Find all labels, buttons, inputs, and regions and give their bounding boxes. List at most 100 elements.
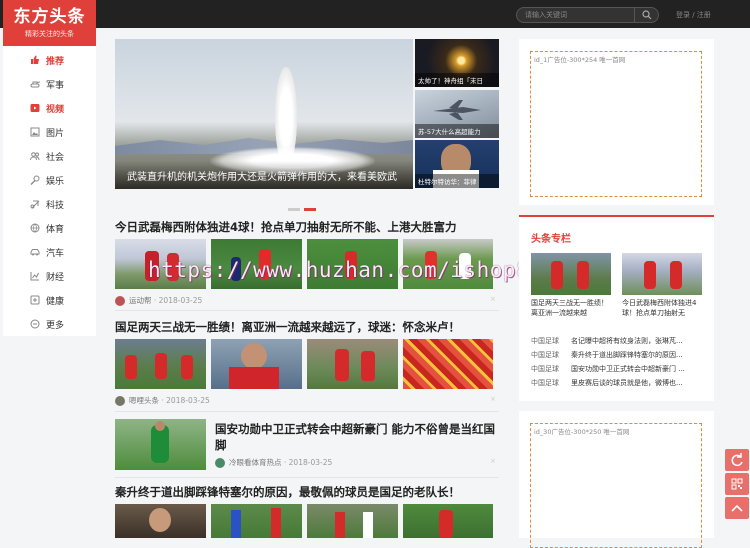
- site-logo[interactable]: 东方头条 精彩关注的头条: [3, 0, 96, 46]
- ball-icon: [30, 223, 40, 233]
- sidebar-item-finance[interactable]: 财经: [3, 264, 96, 288]
- avatar: [215, 457, 225, 468]
- avatar: [115, 395, 125, 406]
- divider: [115, 411, 499, 412]
- people-icon: [30, 152, 40, 161]
- side-thumb-2[interactable]: 苏-57大什么高超能力: [415, 90, 499, 138]
- sidebar-item-label: 推荐: [46, 56, 65, 67]
- thumb-up-icon: [31, 55, 39, 64]
- divider: [115, 477, 499, 478]
- logo-slogan: 精彩关注的头条: [25, 30, 74, 38]
- qrcode-button[interactable]: [725, 473, 749, 495]
- article-meta: 运动帮 · 2018-03-25: [115, 295, 202, 306]
- list-item[interactable]: 中国足球 秦升终于道出脚踩锋特塞尔的原因...: [531, 348, 703, 362]
- back-to-top-button[interactable]: [725, 497, 749, 519]
- refresh-button[interactable]: [725, 449, 749, 471]
- hero-slide[interactable]: 武装直升机的机关炮作用大还是火箭弹作用的大，来看美欧武: [115, 39, 413, 189]
- list-item-tag: 中国足球: [531, 379, 559, 387]
- article-image[interactable]: [115, 339, 206, 389]
- sidebar-item-label: 健康: [46, 296, 65, 307]
- sidebar-item-auto[interactable]: 汽车: [3, 240, 96, 264]
- article-image[interactable]: [211, 504, 302, 538]
- chart-icon: [30, 272, 39, 281]
- list-item[interactable]: 中国足球 国安功勋中卫正式转会中超新豪门 ...: [531, 362, 703, 376]
- qrcode-icon: [731, 478, 743, 490]
- article-image[interactable]: [115, 504, 206, 538]
- hot-card[interactable]: 国足两天三战无一胜绩！离亚洲一流越来越: [531, 253, 611, 318]
- video-icon: [30, 104, 40, 112]
- side-thumb-1[interactable]: 太帅了！神舟组「末日: [415, 39, 499, 87]
- sidebar-item-label: 军事: [46, 80, 65, 91]
- article-image[interactable]: [307, 339, 398, 389]
- article-title[interactable]: 秦升终于道出脚踩锋特塞尔的原因，最敬佩的球员是国足的老队长！: [115, 484, 460, 500]
- search-button[interactable]: [634, 8, 658, 22]
- article-title[interactable]: 今日武磊梅西附体独进4球！抢点单刀抽射无所不能、上港大胜富力: [115, 219, 457, 235]
- side-thumb-caption: 太帅了！神舟组「末日: [415, 73, 499, 87]
- tech-icon: [30, 200, 40, 209]
- ad-slot-1[interactable]: id_1广告位-300*254 唯一首网: [519, 39, 714, 205]
- list-item-text: 秦升终于道出脚踩锋特塞尔的原因...: [571, 351, 683, 359]
- sidebar-item-label: 图片: [46, 128, 65, 139]
- sidebar-item-entertainment[interactable]: 娱乐: [3, 168, 96, 192]
- article-title[interactable]: 国足两天三战无一胜绩！离亚洲一流越来越远了，球迷：怀念米卢！: [115, 319, 460, 335]
- jet-image: [433, 100, 481, 120]
- article-title[interactable]: 国安功勋中卫正式转会中超新豪门 能力不俗曾是当红国脚: [215, 421, 497, 453]
- article-source[interactable]: 运动帮: [129, 295, 152, 306]
- list-item-tag: 中国足球: [531, 351, 559, 359]
- side-thumb-caption: 苏-57大什么高超能力: [415, 124, 499, 138]
- sidebar-item-recommend[interactable]: 推荐: [3, 48, 96, 72]
- tank-icon: [30, 81, 40, 88]
- sidebar: 推荐 军事 视频 图片 社会 娱乐 科技 体育 汽车 财经 健康 更多: [3, 46, 96, 336]
- slider-dot-active[interactable]: [304, 208, 316, 211]
- article-meta: 嗯哩头条 · 2018-03-25: [115, 395, 210, 406]
- hot-card-text: 国足两天三战无一胜绩！离亚洲一流越来越: [531, 299, 608, 317]
- sidebar-item-tech[interactable]: 科技: [3, 192, 96, 216]
- avatar: [115, 295, 125, 306]
- article-source[interactable]: 嗯哩头条: [129, 395, 159, 406]
- car-icon: [30, 249, 40, 256]
- ad-label: id_1广告位-300*254 唯一首网: [530, 51, 702, 197]
- list-item[interactable]: 中国足球 名记曝中超将有纹身法则，张琳芃...: [531, 334, 703, 348]
- dismiss-button[interactable]: ×: [490, 457, 496, 465]
- list-item-tag: 中国足球: [531, 365, 559, 373]
- refresh-icon: [731, 453, 743, 467]
- image-icon: [30, 127, 40, 137]
- sidebar-item-military[interactable]: 军事: [3, 72, 96, 96]
- hot-list: 中国足球 名记曝中超将有纹身法则，张琳芃... 中国足球 秦升终于道出脚踩锋特塞尔的…: [531, 334, 703, 390]
- sidebar-item-sports[interactable]: 体育: [3, 216, 96, 240]
- dismiss-button[interactable]: ×: [490, 395, 496, 403]
- hero-caption: 武装直升机的机关炮作用大还是火箭弹作用的大，来看美欧武: [115, 161, 413, 189]
- login-link[interactable]: 登录 / 注册: [676, 10, 711, 20]
- sidebar-item-images[interactable]: 图片: [3, 120, 96, 144]
- slider-dots: [288, 196, 320, 215]
- article-date: 2018-03-25: [166, 396, 210, 405]
- divider: [115, 310, 499, 311]
- sidebar-item-video[interactable]: 视频: [3, 96, 96, 120]
- search-box[interactable]: 请输入关键词: [516, 7, 659, 23]
- sidebar-item-label: 汽车: [46, 248, 65, 259]
- article-date: 2018-03-25: [288, 458, 333, 467]
- list-item-text: 名记曝中超将有纹身法则，张琳芃...: [571, 337, 683, 345]
- health-icon: [30, 295, 40, 305]
- dismiss-button[interactable]: ×: [490, 295, 496, 303]
- sidebar-item-more[interactable]: 更多: [3, 312, 96, 336]
- sidebar-item-health[interactable]: 健康: [3, 288, 96, 312]
- sidebar-item-label: 财经: [46, 272, 65, 283]
- sidebar-item-label: 体育: [46, 224, 65, 235]
- article-image[interactable]: [307, 504, 398, 538]
- list-item[interactable]: 中国足球 里皮赛后谈的球员就是他，微博也...: [531, 376, 703, 390]
- article-date: 2018-03-25: [158, 296, 203, 305]
- ad-slot-2[interactable]: id_30广告位-300*250 唯一首网: [519, 411, 714, 548]
- article-source[interactable]: 冷眼看体育热点: [229, 457, 282, 468]
- sidebar-item-society[interactable]: 社会: [3, 144, 96, 168]
- slider-dot[interactable]: [288, 208, 300, 211]
- side-thumb-3[interactable]: 杜特尔特访华：菲律: [415, 140, 499, 188]
- article-image[interactable]: [115, 419, 206, 470]
- article-image[interactable]: [211, 339, 302, 389]
- search-input[interactable]: 请输入关键词: [525, 10, 567, 20]
- sidebar-item-label: 视频: [46, 104, 65, 115]
- hot-card[interactable]: 今日武磊梅西附体独进4球！抢点单刀抽射无: [622, 253, 702, 318]
- hot-column-title: 头条专栏: [531, 234, 571, 245]
- article-image[interactable]: [403, 504, 493, 538]
- article-image[interactable]: [403, 339, 493, 389]
